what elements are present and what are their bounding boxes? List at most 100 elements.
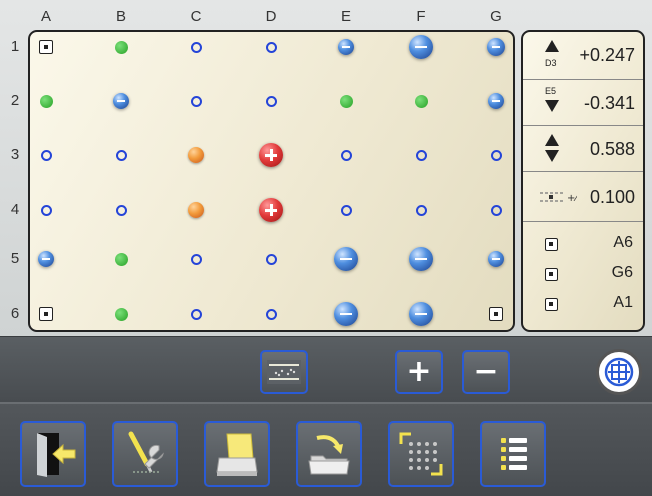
- well-B1[interactable]: [106, 32, 136, 62]
- well-F3[interactable]: [406, 140, 436, 170]
- well-E1[interactable]: [331, 32, 361, 62]
- svg-text:+⁄-: +⁄-: [567, 193, 577, 204]
- low-deviation-icon: [338, 39, 354, 55]
- well-G6[interactable]: [481, 299, 511, 329]
- tolerance-row[interactable]: +⁄- 0.100: [523, 172, 643, 222]
- well-B3[interactable]: [106, 140, 136, 170]
- range-row[interactable]: 0.588: [523, 126, 643, 172]
- well-G3[interactable]: [481, 140, 511, 170]
- tools-icon: [128, 431, 164, 473]
- tolerance-icon: [267, 360, 301, 384]
- row-label: 2: [10, 92, 20, 109]
- row-label: 3: [10, 146, 20, 163]
- row-label: 1: [10, 38, 20, 55]
- reference-marker-icon: [545, 298, 558, 311]
- low-deviation-icon: [487, 38, 505, 56]
- well-A5[interactable]: [31, 244, 61, 274]
- well-C6[interactable]: [181, 299, 211, 329]
- empty-well-icon: [265, 95, 277, 107]
- well-F2[interactable]: [406, 86, 436, 116]
- list-button[interactable]: [480, 421, 546, 487]
- column-label: G: [490, 8, 502, 25]
- well-D2[interactable]: [256, 86, 286, 116]
- high-warning-icon: [188, 147, 204, 163]
- well-C1[interactable]: [181, 32, 211, 62]
- well-B5[interactable]: [106, 244, 136, 274]
- well-C3[interactable]: [181, 140, 211, 170]
- tolerance-value: 0.100: [589, 187, 635, 207]
- low-deviation-icon: [113, 93, 129, 109]
- column-label: B: [115, 8, 126, 25]
- well-E4[interactable]: [331, 195, 361, 225]
- in-tolerance-dot-icon: [339, 94, 353, 108]
- in-tolerance-dot-icon: [114, 307, 128, 321]
- empty-well-icon: [490, 149, 502, 161]
- reference-marker-icon: [545, 238, 558, 251]
- well-A3[interactable]: [31, 140, 61, 170]
- well-F4[interactable]: [406, 195, 436, 225]
- middle-toolbar: + −: [0, 336, 652, 402]
- well-D1[interactable]: [256, 32, 286, 62]
- select-area-button[interactable]: [388, 421, 454, 487]
- well-B4[interactable]: [106, 195, 136, 225]
- min-deviation-row[interactable]: E5 -0.341: [523, 80, 643, 126]
- well-D4[interactable]: [256, 195, 286, 225]
- reference-marker-icon: [39, 40, 53, 54]
- well-A1[interactable]: [31, 32, 61, 62]
- exit-icon: [37, 433, 76, 477]
- max-well-label: D3: [545, 58, 557, 68]
- well-A6[interactable]: [31, 299, 61, 329]
- tolerance-display-button[interactable]: [260, 350, 308, 394]
- high-deviation-icon: [259, 143, 283, 167]
- well-D3[interactable]: [256, 140, 286, 170]
- exit-button[interactable]: [20, 421, 86, 487]
- well-D6[interactable]: [256, 299, 286, 329]
- zoom-in-button[interactable]: +: [395, 350, 443, 394]
- well-A2[interactable]: [31, 86, 61, 116]
- target-icon: [604, 357, 634, 387]
- print-button[interactable]: [204, 421, 270, 487]
- well-B2[interactable]: [106, 86, 136, 116]
- zoom-out-button[interactable]: −: [462, 350, 510, 394]
- well-E5[interactable]: [331, 244, 361, 274]
- well-G4[interactable]: [481, 195, 511, 225]
- well-D5[interactable]: [256, 244, 286, 274]
- well-C2[interactable]: [181, 86, 211, 116]
- low-deviation-icon: [488, 93, 504, 109]
- open-button[interactable]: [296, 421, 362, 487]
- well-F6[interactable]: [406, 299, 436, 329]
- low-deviation-icon: [409, 247, 433, 271]
- tools-button[interactable]: [112, 421, 178, 487]
- well-G2[interactable]: [481, 86, 511, 116]
- empty-well-icon: [40, 149, 52, 161]
- list-icon: [501, 438, 527, 470]
- open-folder-icon: [308, 435, 350, 475]
- zoom-out-icon: −: [473, 354, 499, 389]
- reference-well-label: A1: [613, 294, 633, 311]
- well-A4[interactable]: [31, 195, 61, 225]
- plate-grid[interactable]: [28, 30, 515, 332]
- well-C5[interactable]: [181, 244, 211, 274]
- well-G5[interactable]: [481, 244, 511, 274]
- empty-well-icon: [190, 41, 202, 53]
- empty-well-icon: [115, 204, 127, 216]
- well-F1[interactable]: [406, 32, 436, 62]
- well-E6[interactable]: [331, 299, 361, 329]
- reference-well-label: G6: [611, 264, 633, 281]
- column-label: A: [40, 8, 51, 25]
- max-deviation-row[interactable]: D3 +0.247: [523, 32, 643, 80]
- well-E2[interactable]: [331, 86, 361, 116]
- well-E3[interactable]: [331, 140, 361, 170]
- well-F5[interactable]: [406, 244, 436, 274]
- arrow-down-icon: [545, 150, 559, 162]
- high-warning-icon: [188, 202, 204, 218]
- arrow-up-icon: [545, 134, 559, 146]
- well-B6[interactable]: [106, 299, 136, 329]
- well-G1[interactable]: [481, 32, 511, 62]
- column-label: E: [340, 8, 351, 25]
- in-tolerance-dot-icon: [39, 94, 53, 108]
- empty-well-icon: [265, 253, 277, 265]
- well-C4[interactable]: [181, 195, 211, 225]
- max-value: +0.247: [579, 45, 635, 65]
- target-button[interactable]: [596, 349, 642, 395]
